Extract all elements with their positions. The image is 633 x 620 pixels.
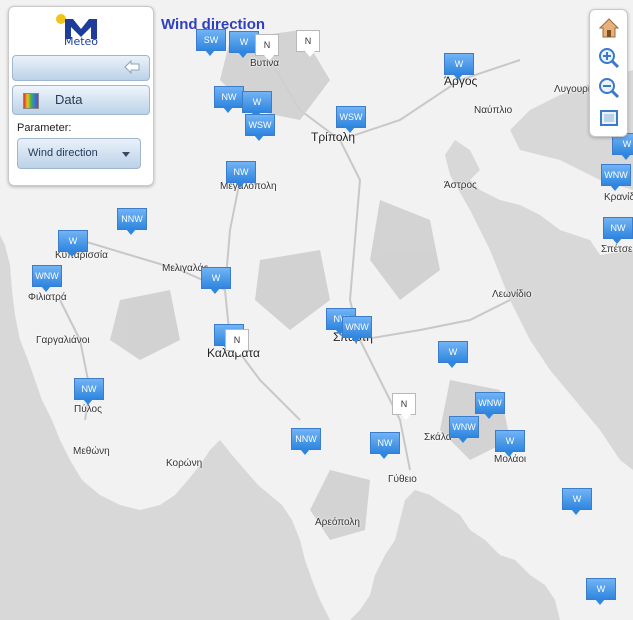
control-panel: Meteo Data Parameter: Wind direction: [8, 6, 154, 186]
logo-text: Meteo: [63, 35, 99, 48]
wind-marker[interactable]: WSW: [245, 114, 275, 141]
city-gytheio: Γύθειο: [388, 474, 417, 485]
zoom-in-icon[interactable]: [597, 46, 621, 70]
chevron-down-icon: [122, 152, 130, 157]
wind-marker[interactable]: W: [242, 91, 272, 118]
data-button-label: Data: [55, 92, 83, 107]
wind-marker[interactable]: WNW: [601, 164, 631, 191]
wind-marker[interactable]: W: [444, 53, 474, 80]
wind-marker[interactable]: N: [255, 34, 279, 61]
city-pylos: Πύλος: [74, 404, 102, 415]
wind-marker[interactable]: NW: [74, 378, 104, 405]
city-skala: Σκάλα: [424, 432, 452, 443]
city-koroni: Κορώνη: [166, 458, 203, 469]
parameter-select-value: Wind direction: [28, 147, 98, 159]
city-astros: Άστρος: [444, 180, 477, 191]
zoom-out-icon[interactable]: [597, 76, 621, 100]
city-methoni: Μεθώνη: [73, 446, 110, 457]
wind-marker[interactable]: W: [201, 267, 231, 294]
fullscreen-icon[interactable]: [597, 106, 621, 130]
city-filiatra: Φιλιατρά: [28, 292, 67, 303]
city-nafplio: Ναύπλιο: [474, 105, 513, 116]
wind-marker[interactable]: NW: [370, 432, 400, 459]
city-gargalianoi: Γαργαλιάνοι: [36, 335, 90, 346]
city-leonidio: Λεωνίδιο: [492, 289, 532, 300]
city-kranidi: Κρανίδι: [604, 192, 633, 203]
wind-marker[interactable]: N: [296, 30, 320, 57]
wind-marker[interactable]: W: [58, 230, 88, 257]
wind-marker[interactable]: N: [392, 393, 416, 420]
wind-marker[interactable]: W: [495, 430, 525, 457]
data-button[interactable]: Data: [12, 85, 150, 115]
wind-marker[interactable]: NW: [226, 161, 256, 188]
back-button[interactable]: [12, 55, 150, 81]
palette-icon: [23, 93, 39, 109]
wind-marker[interactable]: NNW: [291, 428, 321, 455]
wind-marker[interactable]: WNW: [449, 416, 479, 443]
wind-marker[interactable]: NW: [214, 86, 244, 113]
map-toolbar: [589, 9, 628, 137]
parameter-select[interactable]: Wind direction: [17, 138, 141, 169]
arrow-left-icon: [124, 60, 140, 74]
wind-marker[interactable]: NNW: [117, 208, 147, 235]
parameter-label: Parameter:: [17, 122, 72, 134]
city-spetses: Σπέτσες: [601, 244, 633, 255]
wind-marker[interactable]: W: [438, 341, 468, 368]
wind-marker[interactable]: WNW: [32, 265, 62, 292]
city-areopoli: Αρεόπολη: [315, 517, 360, 528]
wind-marker[interactable]: WNW: [342, 316, 372, 343]
wind-marker[interactable]: N: [225, 329, 249, 356]
wind-marker[interactable]: W: [586, 578, 616, 605]
map-title: Wind direction: [161, 16, 266, 33]
wind-marker[interactable]: W: [562, 488, 592, 515]
home-icon[interactable]: [597, 16, 621, 40]
wind-marker[interactable]: WSW: [336, 106, 366, 133]
wind-marker[interactable]: WNW: [475, 392, 505, 419]
wind-marker[interactable]: NW: [603, 217, 633, 244]
